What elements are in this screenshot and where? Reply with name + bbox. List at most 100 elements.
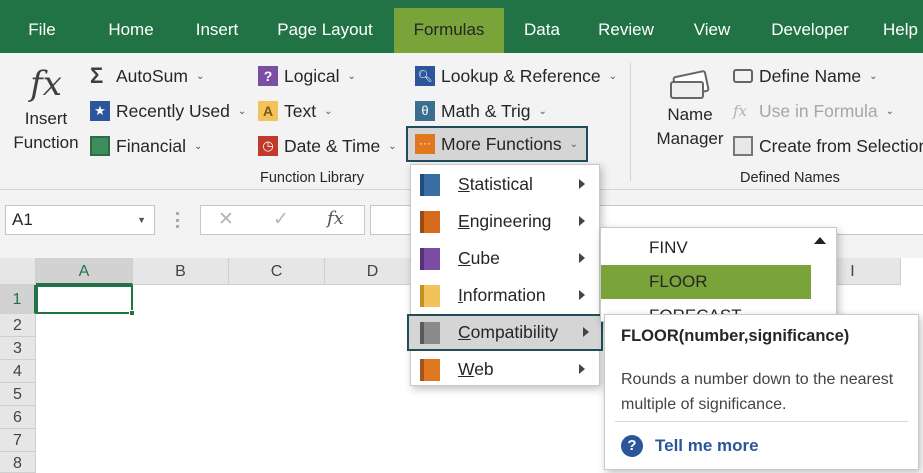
select-all-corner[interactable] [0,258,36,285]
name-manager-button[interactable]: Name Manager [650,63,730,163]
more-functions-menu: Statistical Engineering Cube Information… [407,164,603,388]
date-time-button[interactable]: ◷ Date & Time ⌄ [258,131,397,161]
tab-home[interactable]: Home [98,0,164,53]
create-from-selection-button[interactable]: Create from Selection [733,131,923,161]
cube-icon [420,247,440,270]
more-functions-button[interactable]: ··· More Functions ⌄ [406,126,588,162]
tab-insert[interactable]: Insert [188,0,246,53]
math-trig-label: Math & Trig [441,100,531,121]
enter-icon[interactable]: ✓ [273,208,289,231]
chevron-down-icon: ⌄ [869,70,878,82]
define-name-label: Define Name [759,65,862,86]
lookup-icon: 🔍︎ [415,66,435,86]
active-cell-a1[interactable] [36,285,135,316]
tab-developer[interactable]: Developer [763,0,857,53]
autosum-button[interactable]: Σ AutoSum ⌄ [90,61,204,91]
text-button[interactable]: A Text ⌄ [258,96,333,126]
fx-small-icon: fx [733,102,748,120]
logical-button[interactable]: ? Logical ⌄ [258,61,356,91]
column-header-d[interactable]: D [325,258,421,285]
define-name-button[interactable]: Define Name ⌄ [733,61,878,91]
date-time-label: Date & Time [284,135,381,156]
text-icon: A [258,101,278,121]
compatibility-icon [420,321,440,344]
column-header-a[interactable]: A [36,258,133,285]
menu-item-statistical[interactable]: Statistical [411,166,599,203]
autosum-label: AutoSum [116,65,188,86]
math-trig-button[interactable]: θ Math & Trig ⌄ [415,96,547,126]
create-from-selection-label: Create from Selection [759,135,923,156]
text-label: Text [284,100,317,121]
chevron-down-icon: ⌄ [237,105,247,117]
ribbon-tab-bar: File Home Insert Page Layout Formulas Da… [0,0,923,53]
statistical-icon [420,173,440,196]
recently-used-label: Recently Used [116,100,230,121]
tooltip-description: Rounds a number down to the nearest mult… [621,371,894,413]
tell-me-more-label: Tell me more [655,436,759,455]
tab-help[interactable]: Help [883,0,923,53]
row-header-2[interactable]: 2 [0,314,36,337]
row-header-6[interactable]: 6 [0,406,36,429]
row-header-1[interactable]: 1 [0,285,36,314]
insert-function-button[interactable]: fx Insert Function [6,61,86,161]
submenu-item-finv[interactable]: FINV [601,231,811,265]
recently-used-button[interactable]: ★ Recently Used ⌄ [90,96,246,126]
financial-button[interactable]: Financial ⌄ [90,131,202,161]
tab-page-layout[interactable]: Page Layout [270,0,380,53]
tab-file[interactable]: File [18,0,66,53]
chevron-down-icon: ⌄ [569,138,578,150]
row-header-8[interactable]: 8 [0,452,36,473]
chevron-down-icon: ⌄ [538,105,547,117]
menu-item-label: Cube [458,248,500,268]
menu-item-compatibility[interactable]: Compatibility [407,314,603,351]
column-header-b[interactable]: B [133,258,229,285]
row-header-4[interactable]: 4 [0,360,36,383]
use-in-formula-button[interactable]: fx Use in Formula ⌄ [733,96,894,126]
chevron-down-icon[interactable]: ▼ [137,206,146,234]
tab-formulas[interactable]: Formulas [394,8,504,53]
name-box[interactable]: A1 ▼ [5,205,155,235]
chevron-right-icon [579,253,585,263]
row-header-5[interactable]: 5 [0,383,36,406]
insert-function-label-2: Function [13,133,79,152]
tab-review[interactable]: Review [593,0,659,53]
chevron-down-icon: ⌄ [195,70,205,82]
name-tag-icon [670,69,710,99]
submenu-item-floor[interactable]: FLOOR [601,265,811,299]
function-library-group-label: Function Library [260,170,364,186]
column-header-c[interactable]: C [229,258,325,285]
create-from-selection-icon [733,136,753,156]
clock-icon: ◷ [258,136,278,156]
scroll-up-arrow-icon[interactable] [814,237,826,244]
chevron-right-icon [579,364,585,374]
menu-item-cube[interactable]: Cube [411,240,599,277]
engineering-icon [420,210,440,233]
tab-view[interactable]: View [687,0,737,53]
chevron-down-icon: ⌄ [194,140,203,152]
menu-item-web[interactable]: Web [411,351,599,388]
chevron-right-icon [579,216,585,226]
menu-item-engineering[interactable]: Engineering [411,203,599,240]
lookup-reference-label: Lookup & Reference [441,65,601,86]
logical-icon: ? [258,66,278,86]
defined-names-group-label: Defined Names [740,170,840,186]
star-icon: ★ [90,101,110,121]
menu-item-information[interactable]: Information [411,277,599,314]
chevron-down-icon: ⌄ [388,140,397,152]
information-icon [420,284,440,307]
menu-item-label: Engineering [458,211,552,231]
chevron-down-icon: ⌄ [347,70,356,82]
row-header-7[interactable]: 7 [0,429,36,452]
tell-me-more-link[interactable]: ? Tell me more [621,435,759,457]
tab-data[interactable]: Data [517,0,567,53]
insert-function-icon[interactable]: fx [327,208,344,229]
name-manager-label-2: Manager [656,129,724,148]
menu-item-label: Web [458,359,494,379]
name-box-value: A1 [12,210,33,229]
lookup-reference-button[interactable]: 🔍︎ Lookup & Reference ⌄ [415,61,617,91]
fill-handle[interactable] [129,310,135,316]
financial-label: Financial [116,135,187,156]
cancel-icon[interactable]: ✕ [218,208,234,231]
tooltip-divider [615,421,908,422]
row-header-3[interactable]: 3 [0,337,36,360]
